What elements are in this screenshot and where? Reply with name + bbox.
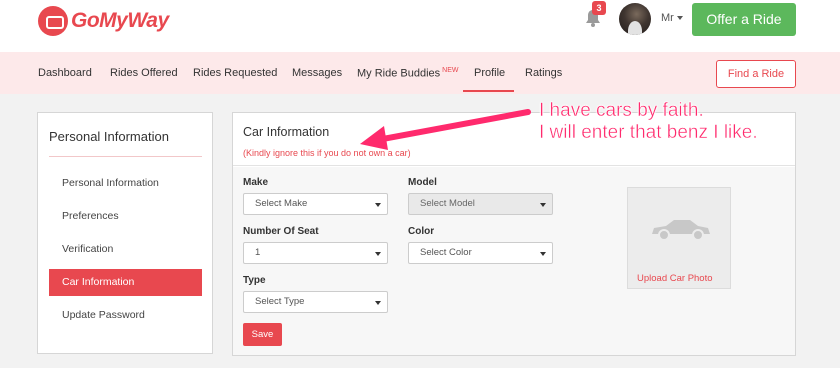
nav-rides-requested[interactable]: Rides Requested bbox=[193, 67, 277, 79]
sidebar-item-personal-information[interactable]: Personal Information bbox=[49, 170, 202, 197]
main-nav: Dashboard Rides Offered Rides Requested … bbox=[0, 52, 840, 94]
annotation-line-1: I have cars by faith. bbox=[539, 100, 704, 121]
avatar[interactable] bbox=[619, 3, 651, 35]
logo-text: GoMyWay bbox=[71, 9, 169, 32]
make-label: Make bbox=[243, 177, 269, 188]
sidebar-item-car-information[interactable]: Car Information bbox=[49, 269, 202, 296]
top-header: GoMyWay 3 Mr Offer a Ride bbox=[0, 0, 840, 52]
select-arrow-icon bbox=[540, 252, 546, 256]
nav-my-ride-buddies-label: My Ride Buddies bbox=[357, 67, 441, 80]
type-label: Type bbox=[243, 275, 266, 286]
car-information-panel: Car Information (Kindly ignore this if y… bbox=[232, 112, 796, 356]
sidebar-item-verification[interactable]: Verification bbox=[49, 236, 202, 263]
sidebar-item-preferences[interactable]: Preferences bbox=[49, 203, 202, 230]
nav-messages[interactable]: Messages bbox=[292, 67, 342, 79]
seats-select[interactable]: 1 bbox=[243, 242, 388, 264]
seats-label: Number Of Seat bbox=[243, 226, 319, 237]
upload-car-photo-link[interactable]: Upload Car Photo bbox=[637, 273, 713, 284]
seats-select-value: 1 bbox=[255, 247, 261, 258]
annotation-text: I have cars by faith. I will enter that … bbox=[539, 100, 758, 144]
logo-icon bbox=[38, 6, 68, 36]
nav-profile[interactable]: Profile bbox=[474, 67, 505, 79]
type-select[interactable]: Select Type bbox=[243, 291, 388, 313]
car-icon bbox=[652, 220, 710, 241]
nav-active-indicator bbox=[463, 90, 514, 92]
nav-dashboard[interactable]: Dashboard bbox=[38, 67, 92, 79]
offer-a-ride-button[interactable]: Offer a Ride bbox=[692, 3, 796, 36]
nav-ratings[interactable]: Ratings bbox=[525, 67, 562, 79]
sidebar-title: Personal Information bbox=[49, 129, 169, 144]
color-select-value: Select Color bbox=[420, 247, 472, 258]
panel-title: Car Information bbox=[243, 125, 330, 139]
sidebar-divider bbox=[49, 156, 202, 157]
gomyway-logo[interactable]: GoMyWay bbox=[38, 6, 169, 36]
nav-rides-offered[interactable]: Rides Offered bbox=[110, 67, 178, 79]
make-select[interactable]: Select Make bbox=[243, 193, 388, 215]
annotation-line-2: I will enter that benz I like. bbox=[539, 122, 758, 143]
nav-my-ride-buddies[interactable]: My Ride Buddies NEW bbox=[357, 67, 459, 80]
select-arrow-icon bbox=[375, 203, 381, 207]
new-badge: NEW bbox=[442, 67, 459, 74]
color-select[interactable]: Select Color bbox=[408, 242, 553, 264]
caret-down-icon bbox=[676, 16, 683, 20]
type-select-value: Select Type bbox=[255, 296, 305, 307]
save-button[interactable]: Save bbox=[243, 323, 282, 346]
panel-note: (Kindly ignore this if you do not own a … bbox=[243, 148, 411, 158]
sidebar-item-update-password[interactable]: Update Password bbox=[49, 302, 202, 329]
model-label: Model bbox=[408, 177, 437, 188]
select-arrow-icon bbox=[375, 252, 381, 256]
make-select-value: Select Make bbox=[255, 198, 308, 209]
profile-sidebar: Personal Information Personal Informatio… bbox=[37, 112, 213, 354]
model-select[interactable]: Select Model bbox=[408, 193, 553, 215]
user-name: Mr bbox=[661, 12, 674, 24]
find-a-ride-button[interactable]: Find a Ride bbox=[716, 60, 796, 88]
color-label: Color bbox=[408, 226, 435, 237]
select-arrow-icon bbox=[375, 301, 381, 305]
model-select-value: Select Model bbox=[420, 198, 475, 209]
notification-count-badge: 3 bbox=[592, 1, 606, 15]
user-menu[interactable]: Mr bbox=[661, 12, 683, 24]
select-arrow-icon bbox=[540, 203, 546, 207]
